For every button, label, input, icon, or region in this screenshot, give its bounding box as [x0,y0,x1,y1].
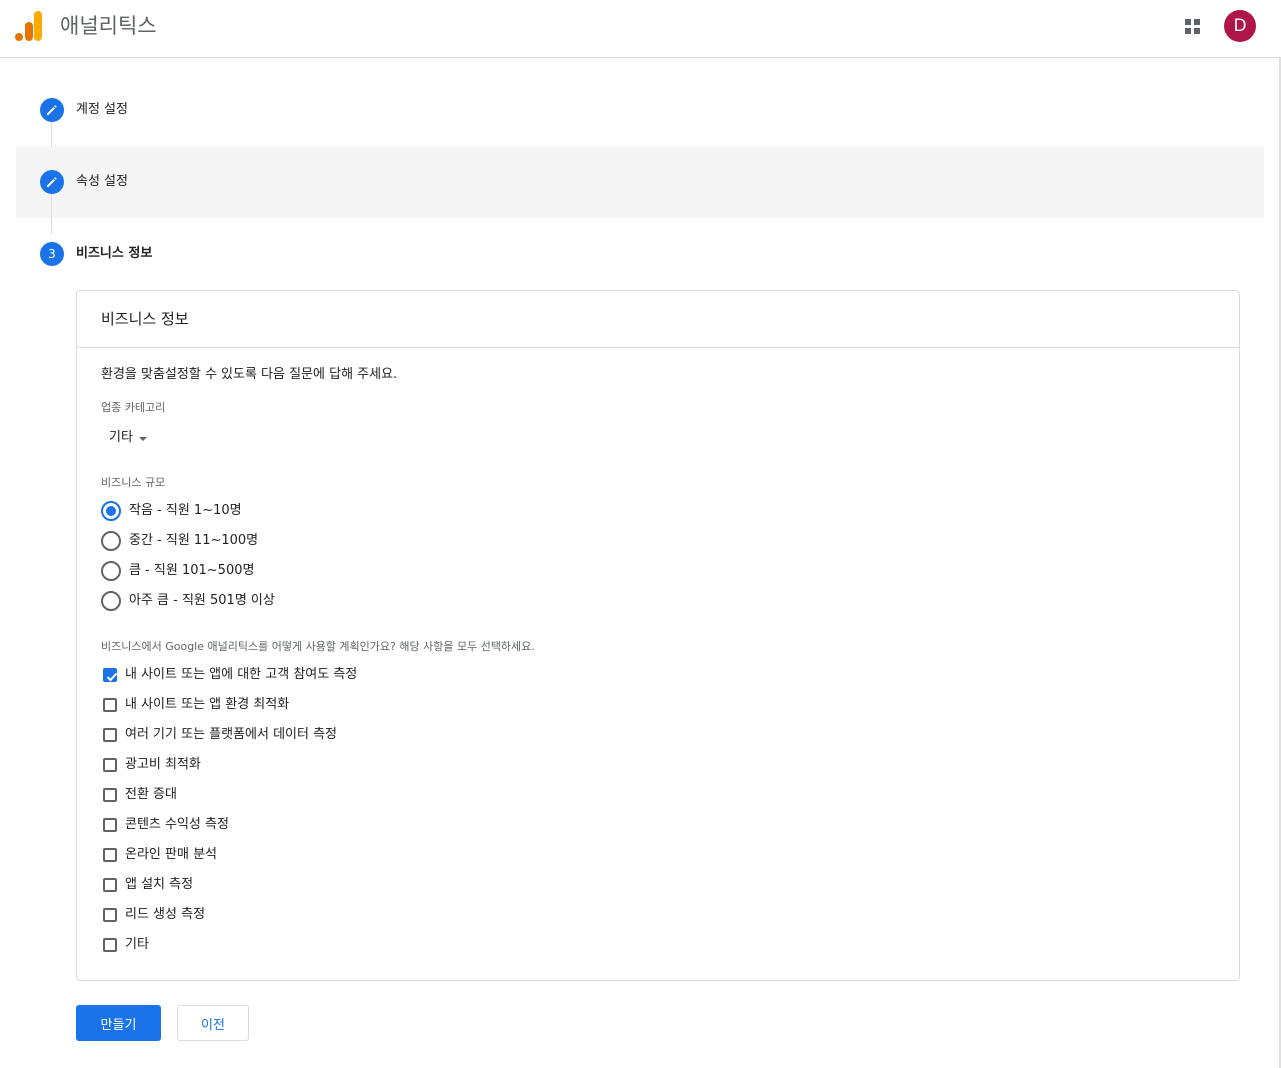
top-app-bar: 애널리틱스 D [0,0,1281,58]
usage-option-app-installs[interactable]: 앱 설치 측정 [103,875,193,895]
usage-option-optimize-experience[interactable]: 내 사이트 또는 앱 환경 최적화 [103,695,289,715]
size-option-large[interactable]: 큼 - 직원 101~500명 [101,559,254,583]
industry-category-value: 기타 [109,430,133,445]
step-account-setup[interactable]: 계정 설정 [16,74,1264,146]
step-2-label: 속성 설정 [76,174,128,189]
checkbox[interactable] [103,878,117,892]
create-button[interactable]: 만들기 [76,1005,161,1041]
checkbox[interactable] [103,758,117,772]
card-title: 비즈니스 정보 [101,310,189,328]
industry-category-label: 업종 카테고리 [101,401,166,414]
radio-button[interactable] [101,531,121,551]
step-2-indicator [40,170,64,194]
size-option-medium[interactable]: 중간 - 직원 11~100명 [101,529,258,553]
step-property-setup[interactable]: 속성 설정 [16,146,1264,218]
usage-question-label: 비즈니스에서 Google 애널리틱스를 어떻게 사용할 계획인가요? 해당 사… [101,640,535,653]
step-1-indicator [40,98,64,122]
usage-option-lead-generation[interactable]: 리드 생성 측정 [103,905,205,925]
usage-option-ad-spend[interactable]: 광고비 최적화 [103,755,201,775]
checkbox[interactable] [103,848,117,862]
checkbox[interactable] [103,908,117,922]
size-option-very-large[interactable]: 아주 큼 - 직원 501명 이상 [101,589,275,613]
checkbox[interactable] [103,788,117,802]
business-size-label: 비즈니스 규모 [101,476,166,489]
radio-button[interactable] [101,501,121,521]
business-info-card: 비즈니스 정보 환경을 맞춤설정할 수 있도록 다음 질문에 답해 주세요. 업… [76,290,1240,981]
step-3-label: 비즈니스 정보 [76,246,153,261]
checkbox[interactable] [103,668,118,682]
account-avatar[interactable]: D [1224,10,1256,42]
radio-button[interactable] [101,591,121,611]
pencil-icon [47,177,57,187]
step-1-label: 계정 설정 [76,102,128,117]
intro-text: 환경을 맞춤설정할 수 있도록 다음 질문에 답해 주세요. [101,367,398,382]
usage-option-engagement[interactable]: 내 사이트 또는 앱에 대한 고객 참여도 측정 [103,665,357,685]
usage-option-online-sales[interactable]: 온라인 판매 분석 [103,845,217,865]
caret-down-icon [138,436,147,441]
check-icon [106,672,118,682]
usage-option-other[interactable]: 기타 [103,935,149,955]
back-button[interactable]: 이전 [177,1005,249,1041]
card-header: 비즈니스 정보 [77,291,1239,348]
checkbox[interactable] [103,728,117,742]
checkbox[interactable] [103,938,117,952]
apps-grid-icon[interactable] [1178,12,1206,40]
app-title: 애널리틱스 [60,14,157,38]
radio-button[interactable] [101,561,121,581]
industry-category-select[interactable]: 기타 [109,428,147,448]
pencil-icon [47,105,57,115]
google-analytics-logo-icon[interactable] [15,11,43,42]
usage-option-cross-device[interactable]: 여러 기기 또는 플랫폼에서 데이터 측정 [103,725,337,745]
step-business-info[interactable]: 3 비즈니스 정보 [16,218,1264,290]
size-option-small[interactable]: 작음 - 직원 1~10명 [101,499,242,523]
checkbox[interactable] [103,698,117,712]
usage-option-conversions[interactable]: 전환 증대 [103,785,177,805]
usage-option-content-monetization[interactable]: 콘텐츠 수익성 측정 [103,815,229,835]
step-3-indicator: 3 [40,242,64,266]
checkbox[interactable] [103,818,117,832]
